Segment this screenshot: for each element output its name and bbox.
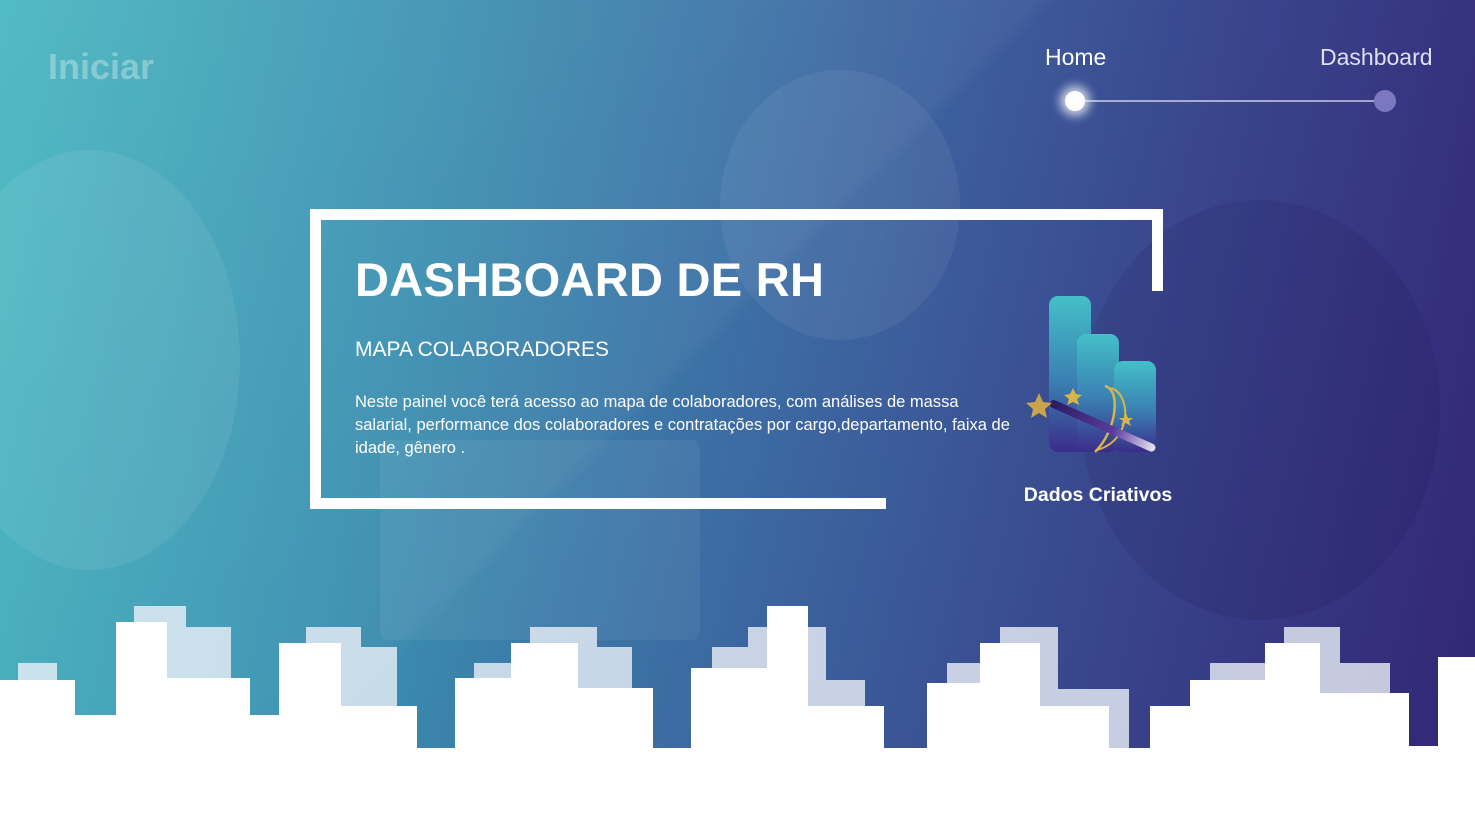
title-frame-right — [1152, 209, 1163, 291]
stepped-skyline-decoration — [0, 606, 1475, 828]
page-description: Neste painel você terá acesso ao mapa de… — [355, 393, 1010, 457]
brand-title: Iniciar — [48, 46, 155, 87]
nav-progress-track — [1075, 100, 1385, 102]
nav-home-indicator[interactable] — [1065, 91, 1085, 111]
page-title: DASHBOARD DE RH — [355, 253, 825, 306]
nav-dashboard-indicator[interactable] — [1374, 90, 1396, 112]
bar-chart-magic-wand-icon — [1026, 296, 1156, 453]
logo-label: Dados Criativos — [1023, 484, 1173, 506]
nav-home-link[interactable]: Home — [1045, 44, 1106, 71]
title-frame-bottom — [310, 498, 886, 509]
title-frame-top — [310, 209, 1163, 220]
title-frame-left — [310, 209, 321, 509]
nav-dashboard-link[interactable]: Dashboard — [1320, 44, 1433, 71]
page-subtitle: MAPA COLABORADORES — [355, 338, 610, 361]
